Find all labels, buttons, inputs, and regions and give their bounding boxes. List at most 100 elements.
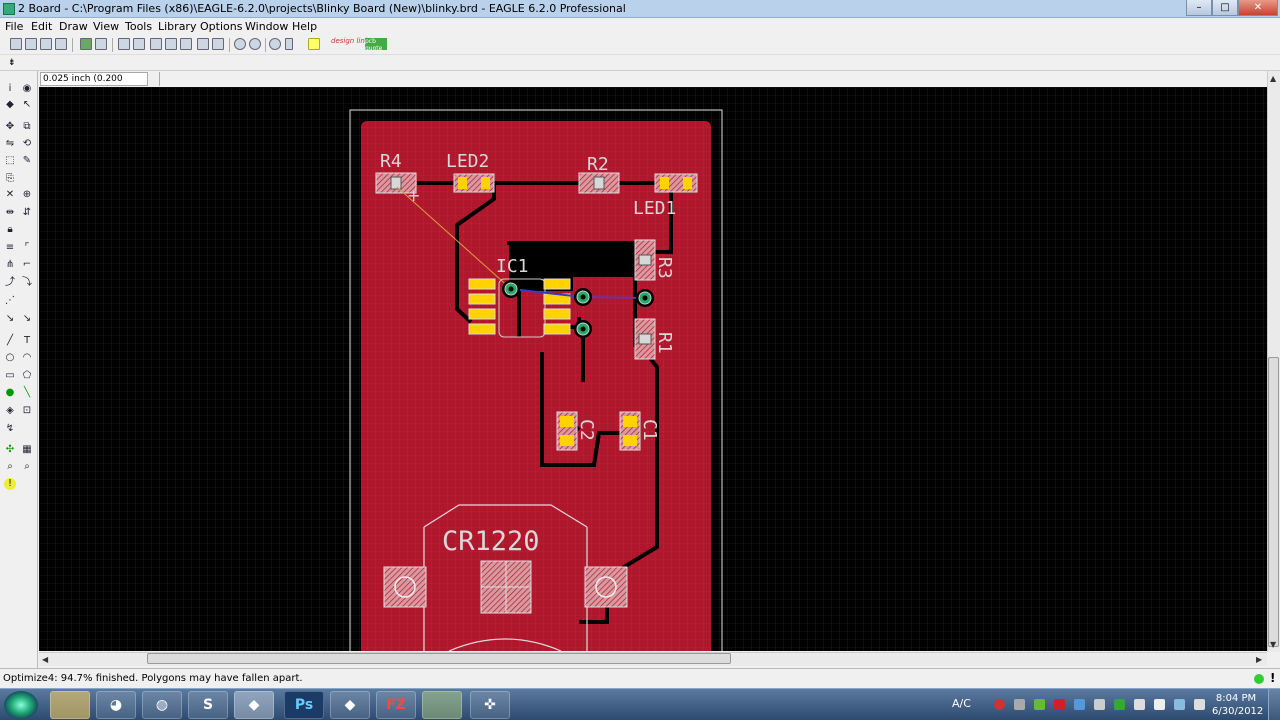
tray-monitor-icon[interactable] xyxy=(1094,699,1105,710)
system-clock[interactable]: 8:04 PM 6/30/2012 xyxy=(1212,692,1263,718)
skype-icon[interactable]: S xyxy=(188,691,228,719)
tray-app-icon[interactable] xyxy=(1014,699,1025,710)
tools-icon[interactable]: ✜ xyxy=(470,691,510,719)
zoom-redraw-icon[interactable] xyxy=(165,38,177,50)
layer-icon[interactable]: ⇟ xyxy=(8,58,16,68)
photoshop-icon[interactable]: Ps xyxy=(284,691,324,719)
board-canvas[interactable]: R4 LED2 R2 LED1 + IC1 R3 R1 C2 C1 CR1220 xyxy=(39,87,1267,651)
start-button[interactable] xyxy=(4,691,38,719)
name-icon[interactable]: ⇹ xyxy=(4,207,16,219)
maximize-button[interactable]: □ xyxy=(1212,0,1238,16)
language-indicator[interactable]: A/C xyxy=(952,697,971,710)
sticky-icon[interactable] xyxy=(422,691,462,719)
close-button[interactable]: ✕ xyxy=(1238,0,1278,16)
tray-network-icon[interactable] xyxy=(1174,699,1185,710)
erc-icon[interactable]: ▦ xyxy=(21,444,33,456)
value-icon[interactable]: ⇵ xyxy=(21,207,33,219)
miter-icon[interactable]: ⌜ xyxy=(21,242,33,254)
add-icon[interactable]: ⊕ xyxy=(21,189,33,201)
errors-icon[interactable]: ⌕ xyxy=(21,461,33,473)
move-icon[interactable]: ✥ xyxy=(4,121,16,133)
zoom-out-icon[interactable] xyxy=(150,38,162,50)
tray-sync-icon[interactable] xyxy=(1114,699,1125,710)
redo-icon[interactable] xyxy=(249,38,261,50)
rect-icon[interactable]: ▭ xyxy=(4,370,16,382)
stop-icon[interactable] xyxy=(269,38,281,50)
menu-window[interactable]: Window xyxy=(245,20,288,33)
scroll-down-icon[interactable]: ▼ xyxy=(1270,640,1276,649)
menu-edit[interactable]: Edit xyxy=(31,20,52,33)
minimize-button[interactable]: – xyxy=(1186,0,1212,16)
zoom-search-icon[interactable]: ⌕ xyxy=(4,461,16,473)
ratsnest-icon[interactable]: ↯ xyxy=(4,423,16,435)
copy-icon[interactable]: ⧉ xyxy=(21,121,33,133)
scroll-left-icon[interactable]: ◀ xyxy=(42,655,48,664)
design-link-logo[interactable]: design link xyxy=(331,37,369,45)
ripup-icon[interactable]: ⤵ xyxy=(21,277,33,289)
command-line-input[interactable] xyxy=(159,72,1259,86)
show-desktop-button[interactable] xyxy=(1268,689,1280,720)
tray-bluetooth-icon[interactable] xyxy=(1074,699,1085,710)
menu-view[interactable]: View xyxy=(93,20,119,33)
firefox-icon[interactable]: ◍ xyxy=(142,691,182,719)
paste-icon[interactable]: ⎘ xyxy=(4,173,16,185)
group-icon[interactable]: ⬚ xyxy=(4,155,16,167)
text-icon[interactable]: T xyxy=(21,335,33,347)
eagle-icon[interactable]: ◆ xyxy=(234,691,274,719)
polygon-icon[interactable]: ⬠ xyxy=(21,370,33,382)
drc-icon[interactable]: ✣ xyxy=(4,444,16,456)
rotate-icon[interactable]: ⟲ xyxy=(21,138,33,150)
menu-options[interactable]: Options xyxy=(200,20,242,33)
script-icon[interactable] xyxy=(95,38,107,50)
chrome-icon[interactable]: ◕ xyxy=(96,691,136,719)
board-drawing[interactable]: R4 LED2 R2 LED1 + IC1 R3 R1 C2 C1 CR1220 xyxy=(39,87,1267,651)
display-icon[interactable]: ◆ xyxy=(4,99,16,111)
undo-icon[interactable] xyxy=(234,38,246,50)
pcb-quote-logo[interactable]: pcb quote xyxy=(365,38,387,52)
autoroute-icon[interactable]: ↘ xyxy=(21,313,33,325)
scroll-up-icon[interactable]: ▲ xyxy=(1270,74,1276,83)
status-ok-icon[interactable] xyxy=(1254,674,1264,684)
signal-icon[interactable]: ↘ xyxy=(4,313,16,325)
filezilla-icon[interactable]: FZ xyxy=(376,691,416,719)
mirror-icon[interactable]: ⇋ xyxy=(4,138,16,150)
split-icon[interactable]: ⋔ xyxy=(4,259,16,271)
show-icon[interactable]: ◉ xyxy=(21,83,33,95)
smash-icon[interactable]: ≡ xyxy=(4,242,16,254)
delete-icon[interactable]: ✕ xyxy=(4,189,16,201)
tray-mail-icon[interactable] xyxy=(1054,699,1065,710)
notes-icon[interactable]: ◆ xyxy=(330,691,370,719)
line-icon[interactable]: ╱ xyxy=(4,335,16,347)
route-icon[interactable]: ⤴ xyxy=(4,277,16,289)
circle-icon[interactable]: ○ xyxy=(4,352,16,364)
menu-draw[interactable]: Draw xyxy=(59,20,88,33)
zoom-area-icon[interactable] xyxy=(197,38,209,50)
arc-icon[interactable]: ◠ xyxy=(21,352,33,364)
via-icon[interactable]: ● xyxy=(4,387,16,399)
warning-icon[interactable]: ! xyxy=(4,478,16,490)
lock-icon[interactable]: 🔒︎ xyxy=(4,224,16,236)
mark-icon[interactable]: ↖ xyxy=(21,99,33,111)
horizontal-scroll-thumb[interactable] xyxy=(147,653,731,664)
zoom-fit-icon[interactable] xyxy=(118,38,130,50)
optimize-icon[interactable]: ⌐ xyxy=(21,259,33,271)
explorer-icon[interactable] xyxy=(50,691,90,719)
wire-icon[interactable]: ⋰ xyxy=(4,295,16,307)
battery-pads[interactable] xyxy=(383,560,628,614)
tray-opera-icon[interactable] xyxy=(994,699,1005,710)
tray-usb-icon[interactable] xyxy=(1134,699,1145,710)
zoom-in-icon[interactable] xyxy=(133,38,145,50)
zoom-select-icon[interactable] xyxy=(180,38,192,50)
tray-flag-icon[interactable] xyxy=(1154,699,1165,710)
dimension-icon[interactable]: ⊡ xyxy=(21,405,33,417)
save-icon[interactable] xyxy=(25,38,37,50)
go-icon[interactable] xyxy=(285,38,293,50)
help-icon[interactable] xyxy=(308,38,320,50)
zoom-last-icon[interactable] xyxy=(212,38,224,50)
menu-tools[interactable]: Tools xyxy=(125,20,152,33)
tray-nvidia-icon[interactable] xyxy=(1034,699,1045,710)
attribute-icon[interactable]: ◈ xyxy=(4,405,16,417)
stop-command-icon[interactable]: ! xyxy=(1270,671,1275,685)
tray-volume-icon[interactable] xyxy=(1194,699,1205,710)
cam-icon[interactable] xyxy=(55,38,67,50)
